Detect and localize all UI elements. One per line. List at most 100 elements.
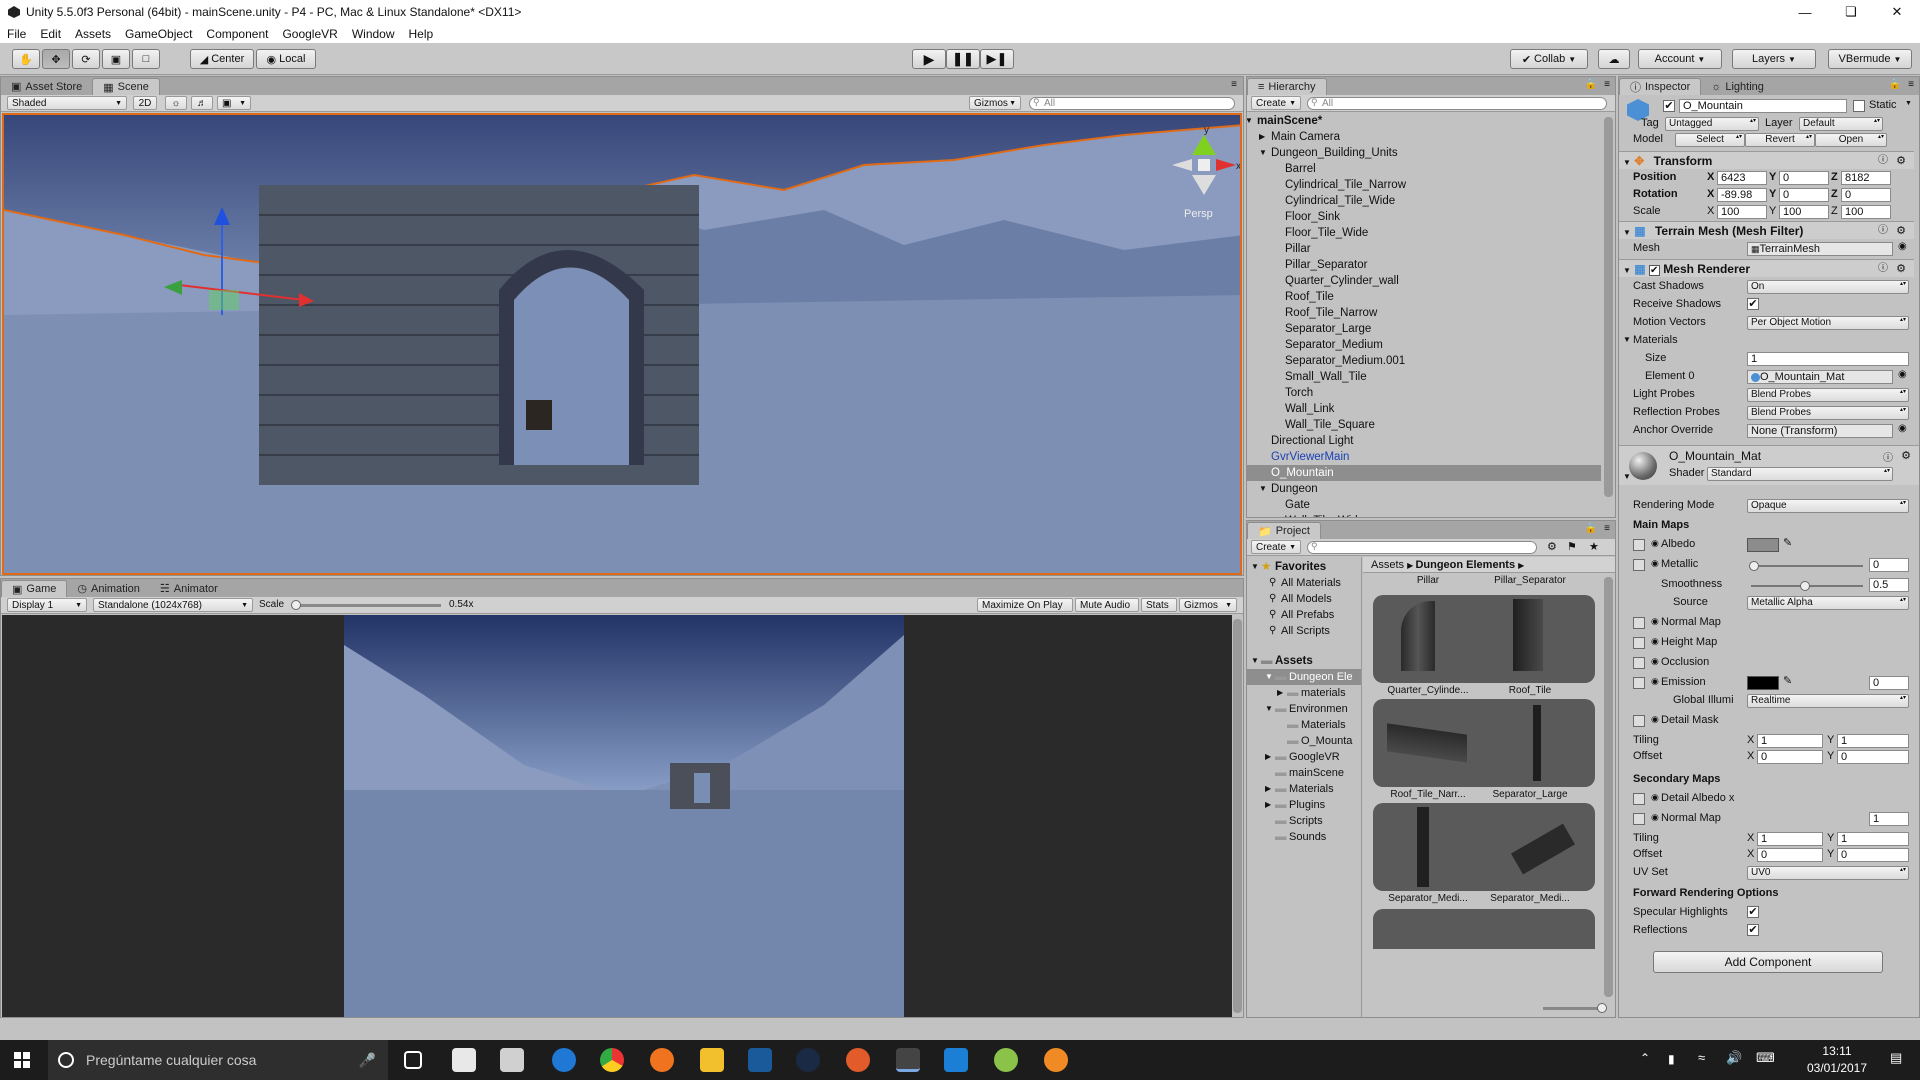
smoothness-slider-knob[interactable]: [1800, 581, 1810, 591]
play-button[interactable]: ▶: [912, 49, 946, 69]
menu-edit[interactable]: Edit: [33, 27, 68, 41]
smoothness-input[interactable]: 0.5: [1869, 578, 1909, 592]
object-picker-icon[interactable]: ◉: [1651, 812, 1659, 823]
asset-label[interactable]: Roof_Tile: [1485, 685, 1575, 696]
rotation-y-input[interactable]: 0: [1779, 188, 1829, 202]
object-picker-icon[interactable]: ◉: [1651, 676, 1659, 687]
cast-shadows-dropdown[interactable]: On: [1747, 280, 1909, 294]
project-folder[interactable]: ▶ ▬ GoogleVR: [1247, 749, 1361, 765]
asset-label[interactable]: Separator_Large: [1485, 789, 1575, 800]
project-folder[interactable]: ▼ ▬ Environmen: [1247, 701, 1361, 717]
pause-button[interactable]: ❚❚: [946, 49, 980, 69]
scene-viewport[interactable]: x y Persp: [2, 113, 1242, 575]
help-icon[interactable]: ⓘ: [1878, 260, 1888, 278]
object-picker-icon[interactable]: ◉: [1651, 616, 1659, 627]
pivot-local-button[interactable]: ◉ Local: [256, 49, 316, 69]
scale-y-input[interactable]: 100: [1779, 205, 1829, 219]
project-folder[interactable]: ▬ O_Mounta: [1247, 733, 1361, 749]
asset-thumb-roof-tile[interactable]: [1513, 599, 1543, 671]
occlusion-texture-slot[interactable]: [1633, 657, 1645, 669]
mesh-object-field[interactable]: ▦TerrainMesh: [1747, 242, 1893, 256]
cortana-search-box[interactable]: Pregúntame cualquier cosa 🎤: [48, 1040, 388, 1080]
tag-dropdown[interactable]: Untagged: [1665, 117, 1759, 131]
tiling2-y-input[interactable]: 1: [1837, 832, 1909, 846]
tab-inspector[interactable]: ⓘ Inspector: [1619, 78, 1702, 95]
model-select-button[interactable]: Select: [1675, 133, 1745, 147]
project-folder[interactable]: ▬ Scripts: [1247, 813, 1361, 829]
foldout-open-icon[interactable]: ▼: [1265, 701, 1273, 717]
hierarchy-item[interactable]: O_Mountain: [1247, 465, 1601, 481]
tiling2-x-input[interactable]: 1: [1757, 832, 1823, 846]
scale-y-label[interactable]: Y: [1769, 205, 1776, 217]
position-y-label[interactable]: Y: [1769, 171, 1776, 183]
object-picker-icon[interactable]: ◉: [1651, 538, 1659, 549]
albedo-color-swatch[interactable]: [1747, 538, 1779, 552]
blender-app-icon[interactable]: [1044, 1048, 1068, 1072]
help-icon[interactable]: ⓘ: [1878, 222, 1888, 240]
foldout-open-icon[interactable]: ▼: [1247, 113, 1253, 129]
volume-icon[interactable]: 🔊: [1726, 1050, 1742, 1066]
mesh-filter-header[interactable]: ▼ ▦ Terrain Mesh (Mesh Filter) ⓘ ⚙: [1619, 221, 1914, 239]
project-scrollbar[interactable]: [1604, 577, 1613, 997]
project-folder[interactable]: ▬ Materials: [1247, 717, 1361, 733]
secondary-normal-map-texture-slot[interactable]: [1633, 813, 1645, 825]
hierarchy-item[interactable]: Quarter_Cylinder_wall: [1247, 273, 1601, 289]
scale-tool-icon[interactable]: ▣: [102, 49, 130, 69]
mesh-renderer-header[interactable]: ▼ ▦ ✔ Mesh Renderer ⓘ ⚙: [1619, 259, 1914, 277]
collab-dropdown[interactable]: ✔ Collab ▼: [1510, 49, 1588, 69]
foldout-open-icon[interactable]: ▼: [1259, 481, 1267, 497]
position-y-input[interactable]: 0: [1779, 171, 1829, 185]
favorite-item[interactable]: ⚲ All Scripts: [1247, 623, 1361, 639]
hierarchy-item[interactable]: Cylindrical_Tile_Wide: [1247, 193, 1601, 209]
thumbnail-size-slider[interactable]: [1543, 1003, 1607, 1013]
visual-studio-code-icon[interactable]: [944, 1048, 968, 1072]
hierarchy-item[interactable]: Directional Light: [1247, 433, 1601, 449]
height-map-texture-slot[interactable]: [1633, 637, 1645, 649]
hierarchy-item[interactable]: Wall_Link: [1247, 401, 1601, 417]
uv-set-dropdown[interactable]: UV0: [1747, 866, 1909, 880]
close-icon[interactable]: ✕: [1874, 0, 1920, 24]
unity-app-icon[interactable]: [896, 1048, 920, 1072]
tab-hierarchy[interactable]: ≡ Hierarchy: [1247, 78, 1327, 95]
position-z-label[interactable]: Z: [1831, 171, 1838, 183]
emission-color-swatch[interactable]: [1747, 676, 1779, 690]
edge-browser-icon[interactable]: [552, 1048, 576, 1072]
hierarchy-search-input[interactable]: ⚲ All: [1307, 97, 1607, 110]
rotate-tool-icon[interactable]: ⟳: [72, 49, 100, 69]
position-z-input[interactable]: 8182: [1841, 171, 1891, 185]
eyedropper-icon[interactable]: ✎: [1783, 674, 1792, 687]
position-x-label[interactable]: X: [1707, 171, 1714, 183]
tab-animation[interactable]: ◷ Animation: [67, 580, 150, 597]
scale-slider-knob[interactable]: [291, 600, 301, 610]
panel-menu-icon[interactable]: ≡: [1604, 523, 1610, 534]
audio-toggle-icon[interactable]: ♬: [191, 96, 213, 110]
chevron-down-icon[interactable]: ▼: [1905, 100, 1912, 107]
asset-thumb-separator-large[interactable]: [1533, 705, 1541, 781]
minimize-icon[interactable]: —: [1782, 0, 1828, 24]
tab-project[interactable]: 📁 Project: [1247, 522, 1321, 539]
game-scrollbar[interactable]: [1233, 619, 1242, 1013]
material-header[interactable]: O_Mountain_Mat ▼ Shader Standard ⓘ ⚙: [1619, 445, 1919, 485]
rotation-x-label[interactable]: X: [1707, 188, 1714, 200]
cloud-button[interactable]: ☁: [1598, 49, 1630, 69]
game-viewport[interactable]: [2, 615, 1242, 1017]
move-tool-icon[interactable]: ✥: [42, 49, 70, 69]
mode-2d-toggle[interactable]: 2D: [133, 96, 157, 110]
hierarchy-item[interactable]: Pillar: [1247, 241, 1601, 257]
shading-mode-dropdown[interactable]: Shaded ▼: [7, 96, 127, 110]
breadcrumb-assets[interactable]: Assets: [1371, 559, 1404, 571]
object-picker-icon[interactable]: ◉: [1898, 369, 1907, 380]
receive-shadows-checkbox[interactable]: ✔: [1747, 298, 1759, 310]
smoothness-source-dropdown[interactable]: Metallic Alpha: [1747, 596, 1909, 610]
foldout-closed-icon[interactable]: ▶: [1265, 797, 1271, 813]
hierarchy-item[interactable]: ▼ Dungeon_Building_Units: [1247, 145, 1601, 161]
motion-vectors-dropdown[interactable]: Per Object Motion: [1747, 316, 1909, 330]
emission-texture-slot[interactable]: [1633, 677, 1645, 689]
project-folder[interactable]: ▬ Sounds: [1247, 829, 1361, 845]
panel-menu-icon[interactable]: ≡: [1908, 79, 1914, 90]
tab-lighting[interactable]: ☼ Lighting: [1701, 78, 1774, 95]
materials-size-input[interactable]: 1: [1747, 352, 1909, 366]
albedo-texture-slot[interactable]: [1633, 539, 1645, 551]
hierarchy-item[interactable]: Roof_Tile_Narrow: [1247, 305, 1601, 321]
tab-asset-store[interactable]: ▣ Asset Store: [1, 78, 92, 95]
